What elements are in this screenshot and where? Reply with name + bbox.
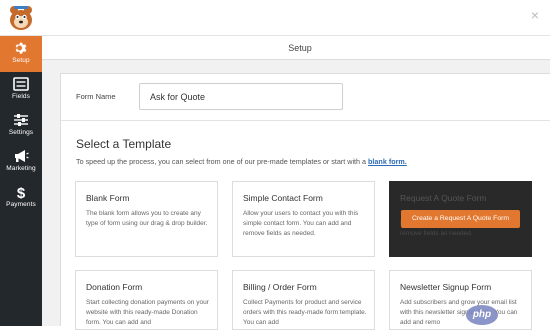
fields-icon [13,77,29,91]
sidebar-item-label: Settings [8,129,34,136]
sidebar-item-settings[interactable]: Settings [0,108,42,144]
blank-form-link[interactable]: blank form. [368,157,407,166]
template-title: Blank Form [86,193,130,203]
sidebar-item-setup[interactable]: Setup [0,36,42,72]
section-title: Select a Template [76,137,172,151]
dollar-icon: $ [17,185,26,199]
template-description: Start collecting donation payments on yo… [86,299,209,326]
template-description: The blank form allows you to create any … [86,210,208,227]
template-title: Newsletter Signup Form [400,282,492,292]
page-title-text: Setup [288,43,312,53]
template-card-billing-order[interactable]: Billing / Order Form Collect Payments fo… [232,270,375,330]
close-icon[interactable]: × [528,8,542,22]
sidebar-item-marketing[interactable]: Marketing [0,144,42,180]
sidebar-item-label: Fields [12,93,30,100]
template-description: Add subscribers and grow your email list… [400,299,518,326]
form-name-label: Form Name [76,92,116,101]
sliders-icon [14,114,28,126]
sidebar-item-label: Setup [12,57,30,64]
template-title: Simple Contact Form [243,193,323,203]
top-bar: × [0,0,550,36]
create-request-quote-button[interactable]: Create a Request A Quote Form [401,210,520,228]
sidebar-item-label: Payments [6,201,36,208]
sidebar-item-label: Marketing [6,165,36,172]
template-card-newsletter[interactable]: Newsletter Signup Form Add subscribers a… [389,270,532,330]
gear-icon [15,42,27,54]
form-name-row: Form Name [61,74,550,121]
section-description: To speed up the process, you can select … [76,157,407,166]
template-card-simple-contact[interactable]: Simple Contact Form Allow your users to … [232,181,375,257]
sidebar: Setup Fields Settings Marketing $ Paymen… [0,36,42,326]
form-name-input[interactable] [139,83,343,110]
template-description: Allow your users to contact you with thi… [243,210,359,237]
page-title: Setup [42,36,550,60]
megaphone-icon [15,150,29,162]
setup-panel: Form Name Select a Template To speed up … [60,73,550,330]
sidebar-item-fields[interactable]: Fields [0,72,42,108]
template-title: Request A Quote Form [400,193,487,203]
template-description: Collect Payments for product and service… [243,299,367,326]
template-title: Donation Form [86,282,143,292]
sidebar-item-payments[interactable]: $ Payments [0,180,42,216]
watermark-badge: php [466,305,498,325]
wpforms-logo-icon [8,3,34,31]
template-card-request-quote[interactable]: Request A Quote Form Start collecting le… [389,181,532,257]
section-description-text: To speed up the process, you can select … [76,157,367,166]
template-card-donation[interactable]: Donation Form Start collecting donation … [75,270,218,330]
template-title: Billing / Order Form [243,282,317,292]
svg-text:$: $ [17,185,26,199]
template-card-blank[interactable]: Blank Form The blank form allows you to … [75,181,218,257]
